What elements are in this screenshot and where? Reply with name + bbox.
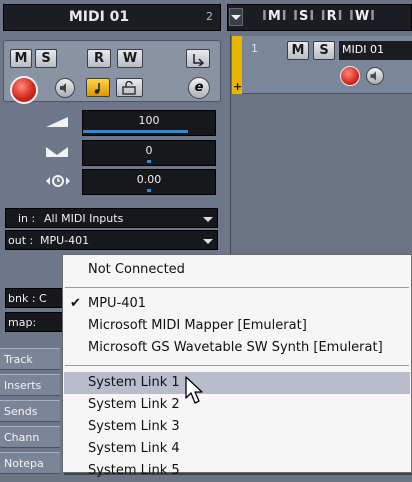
track-expand-icon[interactable]: + bbox=[233, 80, 242, 93]
menu-item-label: System Link 5 bbox=[88, 463, 180, 478]
pan-icon bbox=[44, 144, 70, 163]
monitor-icon[interactable] bbox=[55, 78, 75, 98]
menu-item-gs-wavetable[interactable]: Microsoft GS Wavetable SW Synth [Emulera… bbox=[64, 337, 410, 359]
write-automation-button[interactable]: W bbox=[117, 49, 143, 68]
delay-position-marker bbox=[147, 189, 151, 192]
input-routing-select[interactable]: in : All MIDI Inputs bbox=[5, 208, 218, 228]
track-record-icon[interactable] bbox=[340, 66, 360, 86]
menu-item-midi-mapper[interactable]: Microsoft MIDI Mapper [Emulerat] bbox=[64, 315, 410, 337]
inspector-section-channel[interactable]: Chann bbox=[0, 426, 60, 448]
menu-item-label: MPU-401 bbox=[88, 296, 147, 311]
record-enable-icon[interactable] bbox=[10, 76, 38, 104]
menu-item-system-link-1[interactable]: System Link 1 bbox=[64, 372, 410, 394]
lock-icon[interactable] bbox=[116, 78, 143, 97]
inspector-section-inserts[interactable]: Inserts bbox=[0, 374, 60, 396]
map-label: map: bbox=[8, 316, 37, 329]
input-routing-value: All MIDI Inputs bbox=[44, 212, 124, 225]
map-select[interactable]: map: bbox=[5, 312, 65, 332]
track-monitor-icon[interactable] bbox=[366, 67, 384, 85]
channel-name: MIDI 01 bbox=[68, 9, 130, 25]
menu-item-not-connected[interactable]: Not Connected bbox=[64, 259, 410, 281]
pan-value: 0 bbox=[145, 144, 153, 157]
menu-separator bbox=[65, 287, 409, 288]
track-mute-button[interactable]: M bbox=[287, 41, 309, 60]
input-routing-label: in : bbox=[18, 212, 36, 225]
mouse-pointer-icon bbox=[185, 376, 205, 410]
header-track-buttons: IMI ISI IRI IWI bbox=[262, 9, 377, 24]
mute-button[interactable]: M bbox=[10, 49, 32, 68]
channel-name-badge: 2 bbox=[206, 10, 213, 23]
menu-item-mpu-401[interactable]: ✔ MPU-401 bbox=[64, 293, 410, 315]
menu-item-system-link-4[interactable]: System Link 4 bbox=[64, 438, 410, 460]
timebase-music-icon[interactable] bbox=[86, 78, 110, 97]
header-mute-label[interactable]: M bbox=[268, 9, 282, 24]
menu-item-label: Microsoft GS Wavetable SW Synth [Emulera… bbox=[88, 340, 383, 355]
inspector-section-notepad[interactable]: Notepa bbox=[0, 452, 60, 474]
menu-item-label: Microsoft MIDI Mapper [Emulerat] bbox=[88, 318, 307, 333]
track-name: MIDI 01 bbox=[342, 43, 384, 56]
volume-icon bbox=[44, 114, 70, 133]
volume-value: 100 bbox=[138, 114, 160, 127]
track-number: 1 bbox=[251, 42, 258, 55]
menu-item-system-link-2[interactable]: System Link 2 bbox=[64, 394, 410, 416]
output-routing-icon[interactable] bbox=[186, 49, 210, 68]
pan-position-marker bbox=[147, 160, 151, 163]
solo-button[interactable]: S bbox=[35, 49, 57, 68]
bank-label: bnk : C bbox=[8, 292, 47, 305]
menu-item-label: System Link 1 bbox=[88, 375, 180, 390]
checkmark-icon: ✔ bbox=[70, 296, 81, 311]
delay-field[interactable]: 0.00 bbox=[82, 169, 216, 195]
header-solo-label[interactable]: S bbox=[299, 9, 309, 24]
menu-item-label: System Link 3 bbox=[88, 419, 180, 434]
inspector-section-sends[interactable]: Sends bbox=[0, 400, 60, 422]
inspector-section-track[interactable]: Track bbox=[0, 348, 60, 370]
menu-item-label: System Link 2 bbox=[88, 397, 180, 412]
header-write-label[interactable]: W bbox=[355, 9, 370, 24]
bank-select[interactable]: bnk : C bbox=[5, 288, 65, 308]
output-routing-label: out : bbox=[8, 234, 34, 247]
pan-field[interactable]: 0 bbox=[82, 140, 216, 166]
edit-instrument-button[interactable]: e bbox=[188, 77, 210, 99]
volume-field[interactable]: 100 bbox=[82, 110, 216, 136]
track-solo-button[interactable]: S bbox=[313, 41, 335, 60]
volume-level-bar bbox=[83, 130, 188, 133]
delay-value: 0.00 bbox=[136, 173, 162, 186]
header-dropdown-button[interactable] bbox=[229, 8, 243, 26]
output-routing-menu: Not Connected ✔ MPU-401 Microsoft MIDI M… bbox=[62, 254, 412, 478]
output-routing-value: MPU-401 bbox=[40, 234, 90, 247]
menu-separator bbox=[65, 365, 409, 366]
chevron-down-icon bbox=[203, 239, 213, 244]
track-name-field[interactable]: MIDI 01 bbox=[339, 41, 412, 60]
channel-name-field[interactable]: MIDI 01 2 bbox=[3, 4, 221, 31]
delay-icon bbox=[44, 173, 72, 192]
header-read-label[interactable]: R bbox=[327, 9, 338, 24]
chevron-down-icon bbox=[231, 15, 241, 20]
menu-item-label: System Link 4 bbox=[88, 441, 180, 456]
chevron-down-icon bbox=[203, 217, 213, 222]
output-routing-select[interactable]: out : MPU-401 bbox=[5, 230, 218, 250]
menu-item-system-link-3[interactable]: System Link 3 bbox=[64, 416, 410, 438]
menu-item-label: Not Connected bbox=[88, 262, 185, 277]
menu-item-system-link-5[interactable]: System Link 5 bbox=[64, 460, 410, 482]
read-automation-button[interactable]: R bbox=[87, 49, 111, 68]
